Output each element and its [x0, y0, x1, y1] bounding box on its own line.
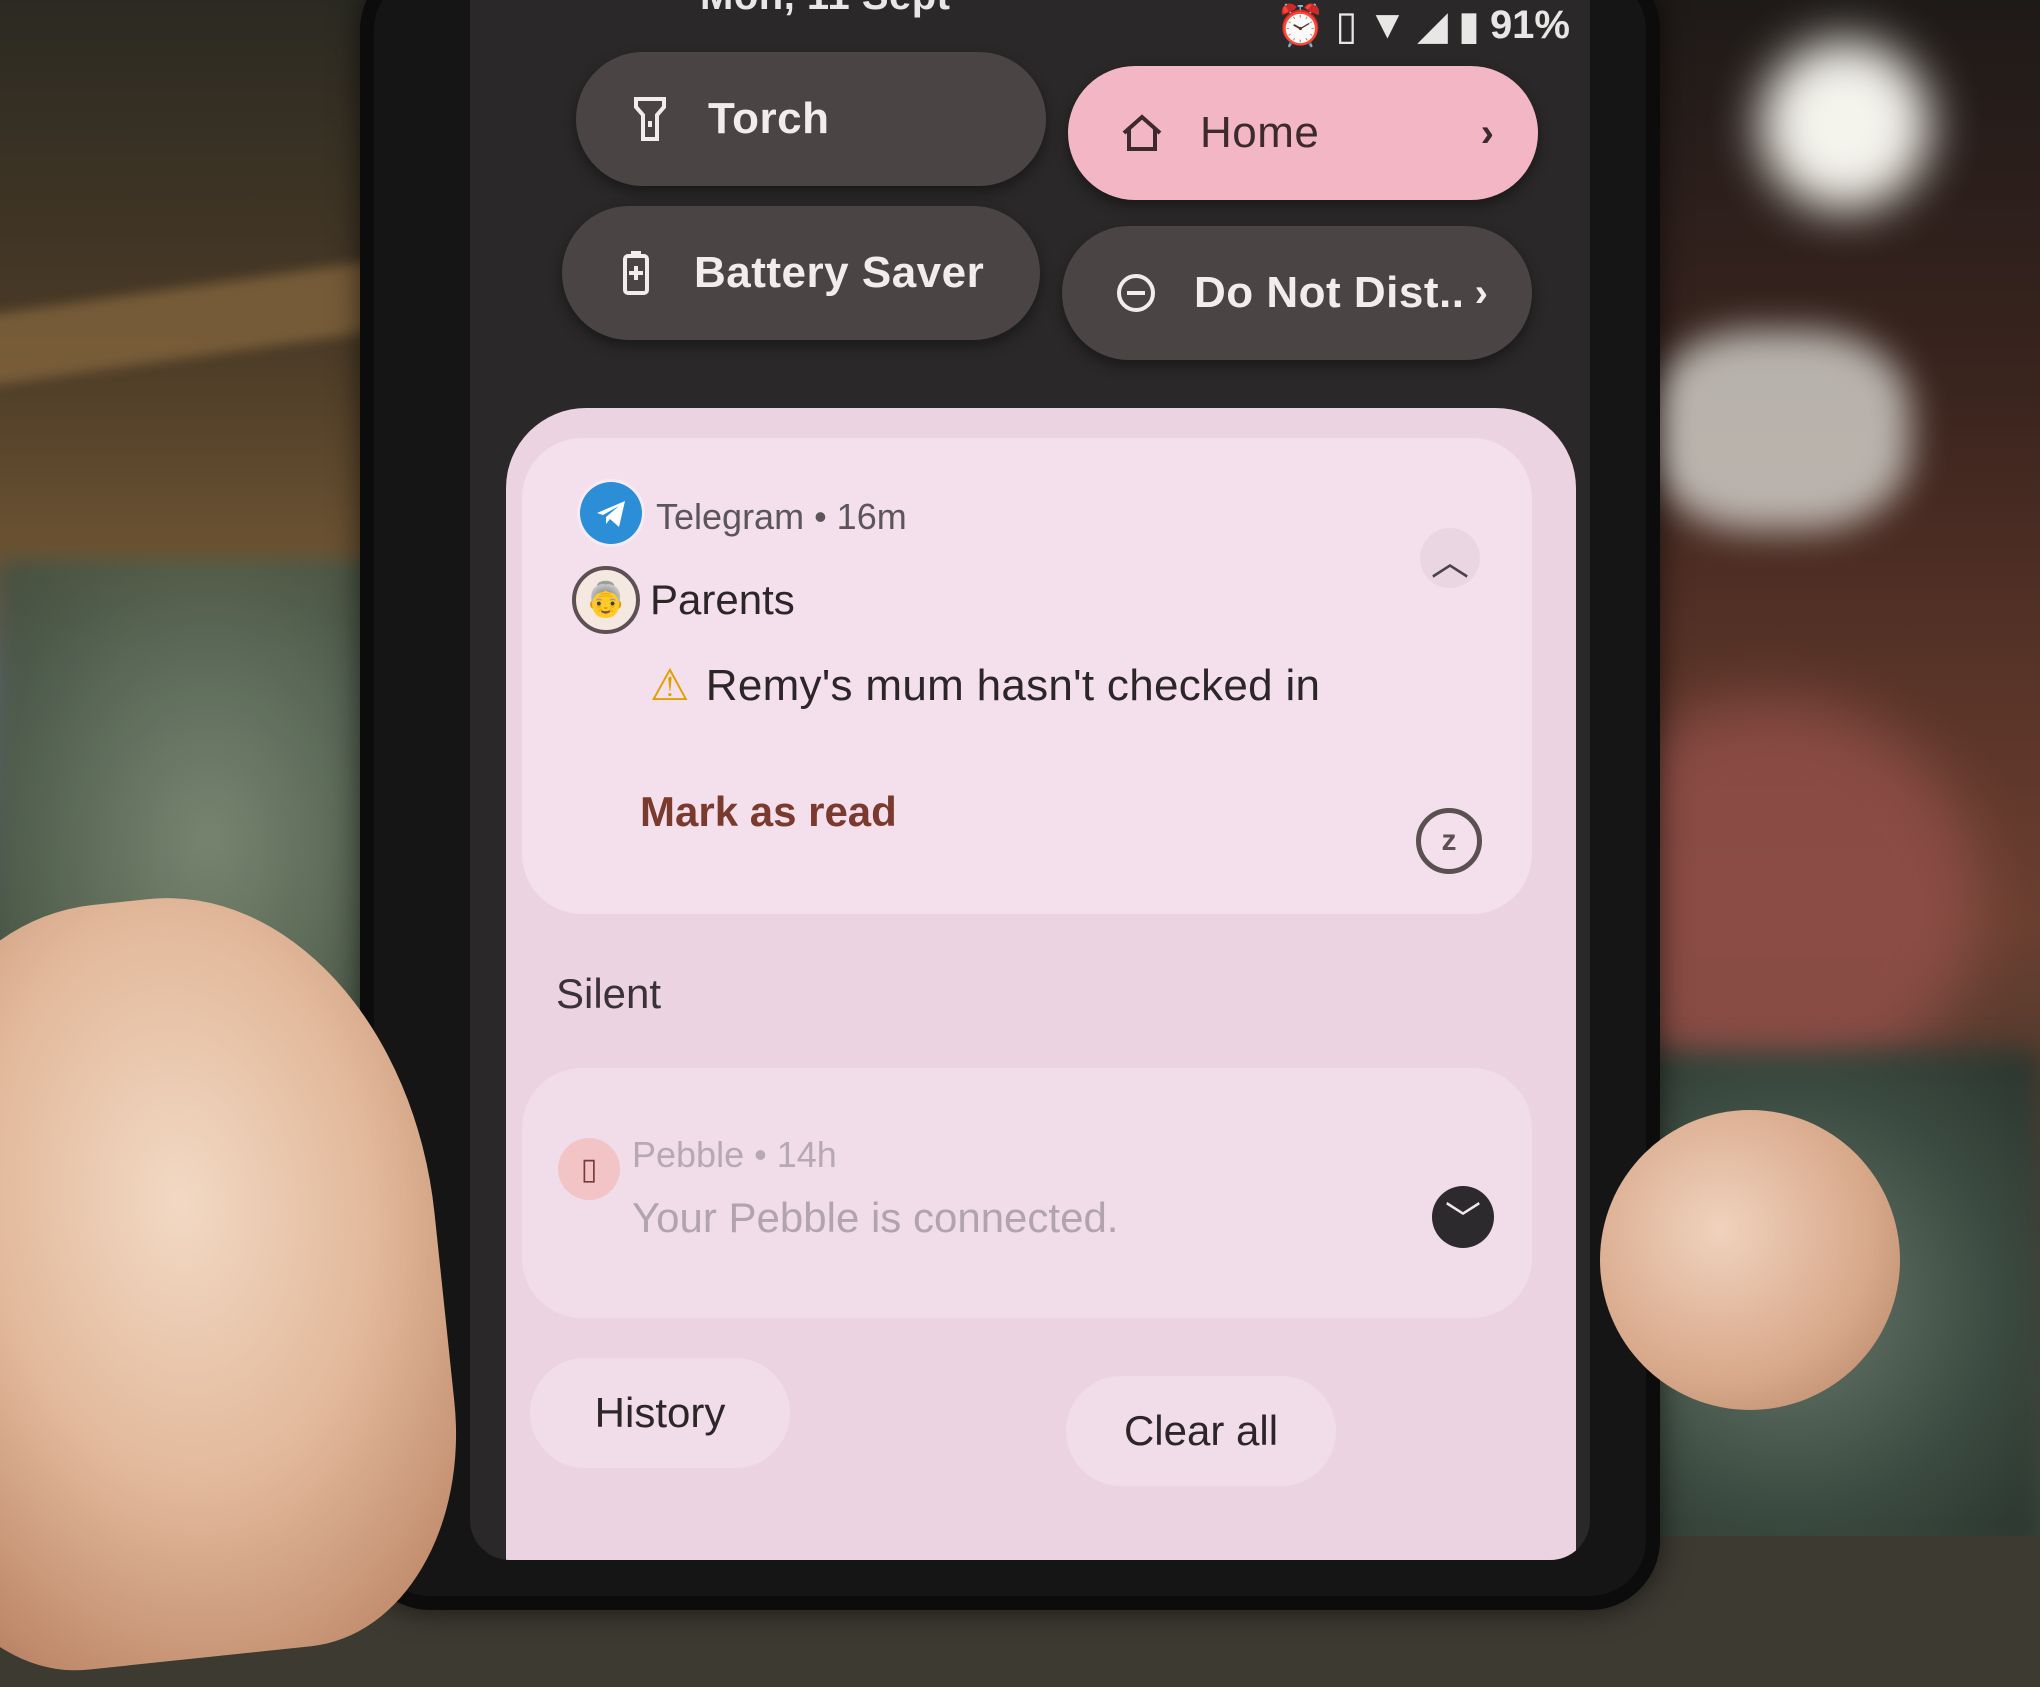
status-bar: Mon, 11 Sept ⏰ ▯ ▼ ◢ ▮ 91%: [470, 0, 1590, 56]
status-icons: ⏰ ▯ ▼ ◢ ▮ 91%: [1276, 2, 1570, 49]
phone-icon: ▯: [558, 1138, 620, 1200]
phone-screen: Mon, 11 Sept ⏰ ▯ ▼ ◢ ▮ 91% Torch Home › …: [470, 0, 1590, 1560]
battery-icon: ▮: [1457, 3, 1480, 48]
home-label: Home: [1200, 108, 1320, 157]
do-not-disturb-icon: [1112, 269, 1160, 317]
pebble-notification[interactable]: ▯ Pebble • 14h Your Pebble is connected.…: [522, 1068, 1532, 1318]
notification-app-line: Pebble • 14h: [632, 1134, 837, 1175]
battery-percent: 91%: [1489, 3, 1570, 47]
notification-message-text: Remy's mum hasn't checked in: [705, 661, 1321, 710]
background-cloth: [1650, 330, 1910, 530]
do-not-disturb-label: Do Not Dist..: [1194, 268, 1465, 317]
alarm-icon: ⏰: [1275, 4, 1326, 48]
collapse-chevron-icon[interactable]: ︿: [1420, 528, 1480, 588]
signal-icon: ◢: [1417, 3, 1448, 48]
notification-sender: Parents: [650, 576, 795, 623]
notification-message: Your Pebble is connected.: [632, 1194, 1119, 1241]
wifi-icon: ▼: [1367, 3, 1408, 47]
background-light: [1760, 40, 1930, 210]
battery-saver-label: Battery Saver: [694, 248, 985, 297]
flashlight-icon: [626, 95, 674, 143]
telegram-icon: [580, 482, 642, 544]
silent-section-label: Silent: [556, 970, 662, 1017]
torch-label: Torch: [708, 94, 830, 143]
home-tile[interactable]: Home ›: [1068, 66, 1538, 200]
expand-chevron-icon[interactable]: ﹀: [1432, 1186, 1494, 1248]
warning-icon: ⚠: [650, 661, 690, 710]
history-button[interactable]: History: [530, 1358, 790, 1468]
home-icon: [1118, 109, 1166, 157]
notification-message: ⚠ Remy's mum hasn't checked in: [650, 660, 1320, 711]
telegram-notification[interactable]: Telegram • 16m ︿ 👵 Parents ⚠ Remy's mum h…: [522, 438, 1532, 914]
battery-saver-tile[interactable]: Battery Saver: [562, 206, 1040, 340]
avatar: 👵: [572, 566, 640, 634]
notification-app-line: Telegram • 16m: [656, 496, 907, 537]
status-date: Mon, 11 Sept: [700, 0, 951, 19]
chevron-right-icon: ›: [1480, 110, 1494, 155]
vibrate-icon: ▯: [1335, 3, 1358, 48]
battery-saver-icon: [612, 249, 660, 297]
clear-all-button[interactable]: Clear all: [1066, 1376, 1336, 1486]
right-finger: [1600, 1110, 1900, 1410]
notification-panel: Telegram • 16m ︿ 👵 Parents ⚠ Remy's mum h…: [506, 408, 1576, 1560]
do-not-disturb-tile[interactable]: Do Not Dist.. ›: [1062, 226, 1532, 360]
torch-tile[interactable]: Torch: [576, 52, 1046, 186]
chevron-right-icon: ›: [1474, 270, 1488, 315]
mark-as-read-button[interactable]: Mark as read: [640, 788, 897, 836]
snooze-icon[interactable]: z: [1416, 808, 1482, 874]
